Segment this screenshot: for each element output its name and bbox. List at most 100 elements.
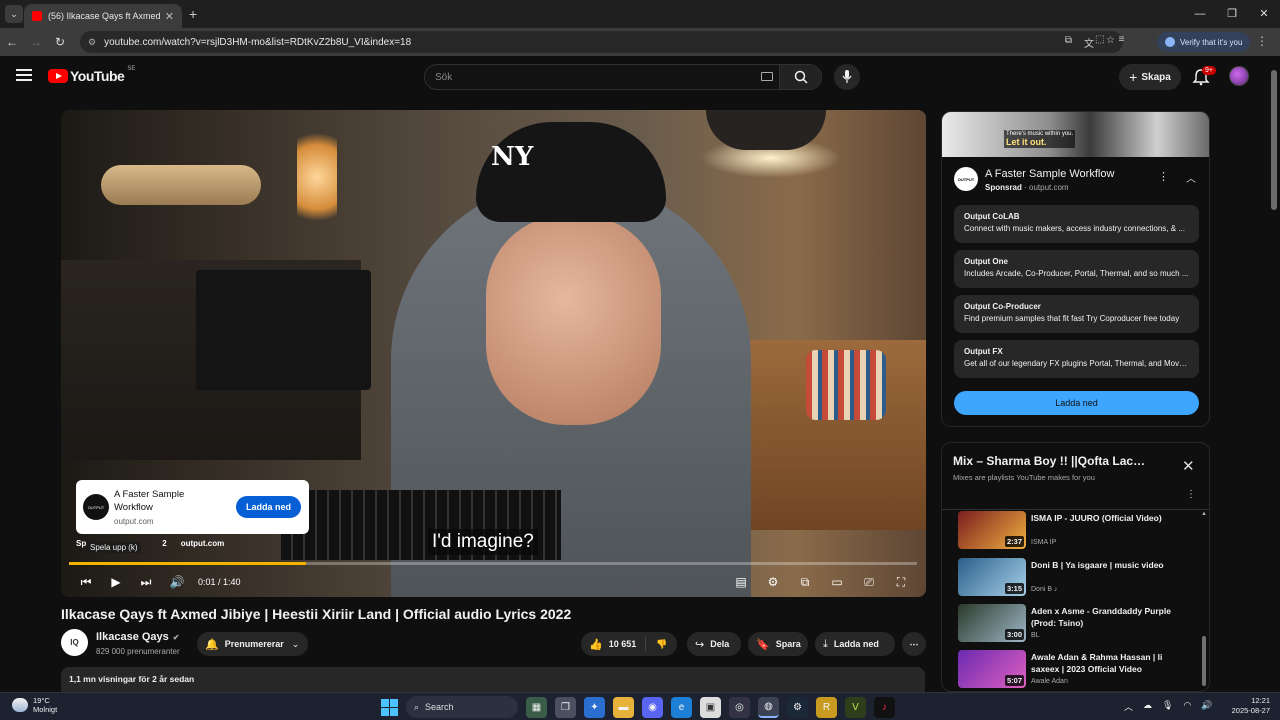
subscribed-button[interactable]: 🔔 Prenumererar ⌄ — [197, 632, 308, 656]
overlay-ad-card[interactable]: OUTPUT A Faster Sample Workflow output.c… — [76, 480, 309, 534]
back-icon[interactable]: ← — [0, 35, 24, 49]
dislike-icon[interactable]: 👎 — [656, 639, 667, 650]
video-player[interactable]: NY OUTPUT A Faster Sample Workflow outpu… — [61, 110, 926, 597]
ad-bar-domain[interactable]: output.com — [181, 539, 225, 548]
taskbar-search[interactable]: ⌕ Search — [406, 696, 518, 718]
copilot-icon[interactable]: ✦ — [584, 696, 605, 718]
share-button[interactable]: ↪ Dela — [687, 632, 741, 656]
task-view-icon[interactable]: ❐ — [555, 696, 576, 718]
onedrive-icon[interactable]: ☁ — [1143, 700, 1152, 713]
more-actions-button[interactable]: ⋯ — [902, 632, 926, 656]
video-thumbnail[interactable]: 2:37 — [958, 511, 1026, 549]
playlist-scroll-thumb[interactable] — [1202, 636, 1206, 686]
settings-gear-icon[interactable]: ⚙ — [765, 574, 781, 590]
page-scrollbar[interactable] — [1268, 56, 1280, 692]
account-avatar[interactable] — [1229, 66, 1249, 86]
overlay-ad-download-button[interactable]: Ladda ned — [236, 496, 301, 518]
window-close-icon[interactable]: ✕ — [1248, 0, 1280, 28]
ad-sitelink[interactable]: Output Co-Producer Find premium samples … — [954, 295, 1199, 333]
vegas-icon[interactable]: V — [845, 696, 866, 718]
browser-menu-icon[interactable]: ⋮ — [1256, 34, 1268, 48]
tab-search-button[interactable]: ⌄ — [5, 5, 23, 23]
playlist-item[interactable]: 3:00 Aden x Asme - Granddaddy Purple (Pr… — [958, 604, 1194, 644]
edge-icon[interactable]: e — [671, 696, 692, 718]
reload-icon[interactable]: ↻ — [48, 35, 72, 49]
voice-search-button[interactable] — [834, 64, 860, 90]
extensions-icon[interactable]: ⬚ — [1095, 34, 1104, 45]
keyboard-icon[interactable] — [761, 72, 773, 81]
steam-icon[interactable]: ⚙ — [787, 696, 808, 718]
tab-close-icon[interactable]: ✕ — [165, 10, 174, 23]
rockstar-icon[interactable]: R — [816, 696, 837, 718]
channel-name-row[interactable]: Ilkacase Qays ✔ — [96, 631, 180, 643]
page-scroll-thumb[interactable] — [1271, 70, 1277, 210]
minimize-icon[interactable]: — — [1184, 0, 1216, 28]
scroll-up-icon[interactable]: ▲ — [1201, 511, 1207, 517]
advertiser-logo[interactable]: OUTPUT — [954, 167, 978, 191]
playlist-title[interactable]: Mix – Sharma Boy !! ||Qofta Lacagsii... — [953, 454, 1149, 468]
playlist-item[interactable]: 3:15 Doni B | Ya isgaare | music video D… — [958, 558, 1194, 598]
video-thumbnail[interactable]: 3:00 — [958, 604, 1026, 642]
maximize-icon[interactable]: ❐ — [1216, 0, 1248, 28]
video-thumbnail[interactable]: 3:15 — [958, 558, 1026, 596]
playlist-item[interactable]: 5:07 Awale Adan & Rahma Hassan | li saxe… — [958, 650, 1194, 690]
discord-icon[interactable]: ◉ — [642, 696, 663, 718]
ad-panel-title[interactable]: A Faster Sample Workflow — [985, 168, 1114, 180]
video-thumbnail[interactable]: 5:07 — [958, 650, 1026, 688]
ad-sitelink[interactable]: Output One Includes Arcade, Co-Producer,… — [954, 250, 1199, 288]
play-icon[interactable]: ▶ — [108, 574, 124, 590]
microphone-icon[interactable]: 🎙 — [1162, 700, 1173, 713]
store-icon[interactable]: ▣ — [700, 696, 721, 718]
channel-name[interactable]: Ilkacase Qays — [96, 631, 169, 643]
ad-sitelink[interactable]: Output FX Get all of our legendary FX pl… — [954, 340, 1199, 378]
menu-icon[interactable] — [16, 69, 32, 81]
save-button[interactable]: 🔖 Spara — [748, 632, 808, 656]
playlist-more-icon[interactable]: ⋮ — [1186, 489, 1196, 500]
wifi-icon[interactable]: ◠ — [1183, 700, 1191, 713]
github-desktop-icon[interactable]: ◎ — [729, 696, 750, 718]
forward-icon[interactable]: → — [24, 35, 48, 49]
playlist-scrollbar[interactable]: ▲ — [1201, 511, 1207, 689]
like-count[interactable]: 10 651 — [609, 639, 637, 649]
fullscreen-icon[interactable]: ⛶ — [893, 574, 909, 590]
like-icon[interactable]: 👍 — [589, 638, 603, 651]
ad-banner-image[interactable]: There's music within you. Let it out. — [942, 112, 1209, 157]
file-explorer-icon[interactable]: ▬ — [613, 696, 634, 718]
collapse-chevron-icon[interactable]: ︿ — [1186, 170, 1196, 185]
close-icon[interactable]: ✕ — [1182, 457, 1195, 475]
windows-start-icon[interactable] — [381, 698, 398, 716]
browser-tab-active[interactable]: (56) Ilkacase Qays ft Axmed Jibi ✕ — [24, 4, 182, 28]
reading-list-icon[interactable]: ≡ — [1118, 34, 1124, 45]
volume-icon[interactable]: 🔊 — [169, 574, 185, 590]
new-tab-icon[interactable]: + — [189, 6, 197, 22]
speaker-icon[interactable]: 🔊 — [1201, 700, 1212, 713]
search-input[interactable]: Sök — [424, 64, 822, 90]
subtitles-icon[interactable]: ▤ — [733, 574, 749, 590]
channel-avatar[interactable]: IQ — [61, 629, 88, 656]
tray-overflow-icon[interactable]: ︿ — [1124, 700, 1133, 713]
next-icon[interactable]: ⏭ — [138, 574, 154, 590]
download-button[interactable]: ⤓ Ladda ned — [815, 632, 895, 656]
address-bar[interactable]: ⚙ youtube.com/watch?v=rsjlD3HM-mo&list=R… — [80, 31, 1123, 53]
weather-widget[interactable]: 19°C Molnigt — [12, 696, 57, 714]
create-button[interactable]: + Skapa — [1119, 64, 1181, 90]
install-app-icon[interactable]: ⧉ — [1065, 35, 1072, 50]
cast-icon[interactable]: ⎚ — [861, 574, 877, 590]
theater-mode-icon[interactable]: ▭ — [829, 574, 845, 590]
playlist-item[interactable]: 2:37 ISMA IP - JUURO (Official Video) IS… — [958, 511, 1194, 551]
site-info-icon[interactable]: ⚙ — [88, 37, 96, 48]
progress-bar[interactable] — [69, 562, 917, 565]
chrome-icon[interactable]: ◍ — [758, 696, 779, 718]
verify-identity-button[interactable]: Verify that it's you — [1157, 32, 1251, 52]
search-button[interactable] — [779, 65, 821, 89]
taskbar-clock[interactable]: 12:21 2025-08-27 — [1222, 696, 1270, 716]
ad-more-icon[interactable]: ⋮ — [1158, 170, 1169, 183]
ad-sitelink[interactable]: Output CoLAB Connect with music makers, … — [954, 205, 1199, 243]
tiktok-icon[interactable]: ♪ — [874, 696, 895, 718]
youtube-logo[interactable]: YouTube SE — [48, 66, 135, 84]
translate-icon[interactable]: 文 — [1084, 35, 1094, 50]
previous-icon[interactable]: ⏮ — [78, 574, 94, 590]
ad-panel-download-button[interactable]: Ladda ned — [954, 391, 1199, 415]
widgets-icon[interactable]: ▦ — [526, 696, 547, 718]
miniplayer-icon[interactable]: ⧉ — [797, 574, 813, 590]
